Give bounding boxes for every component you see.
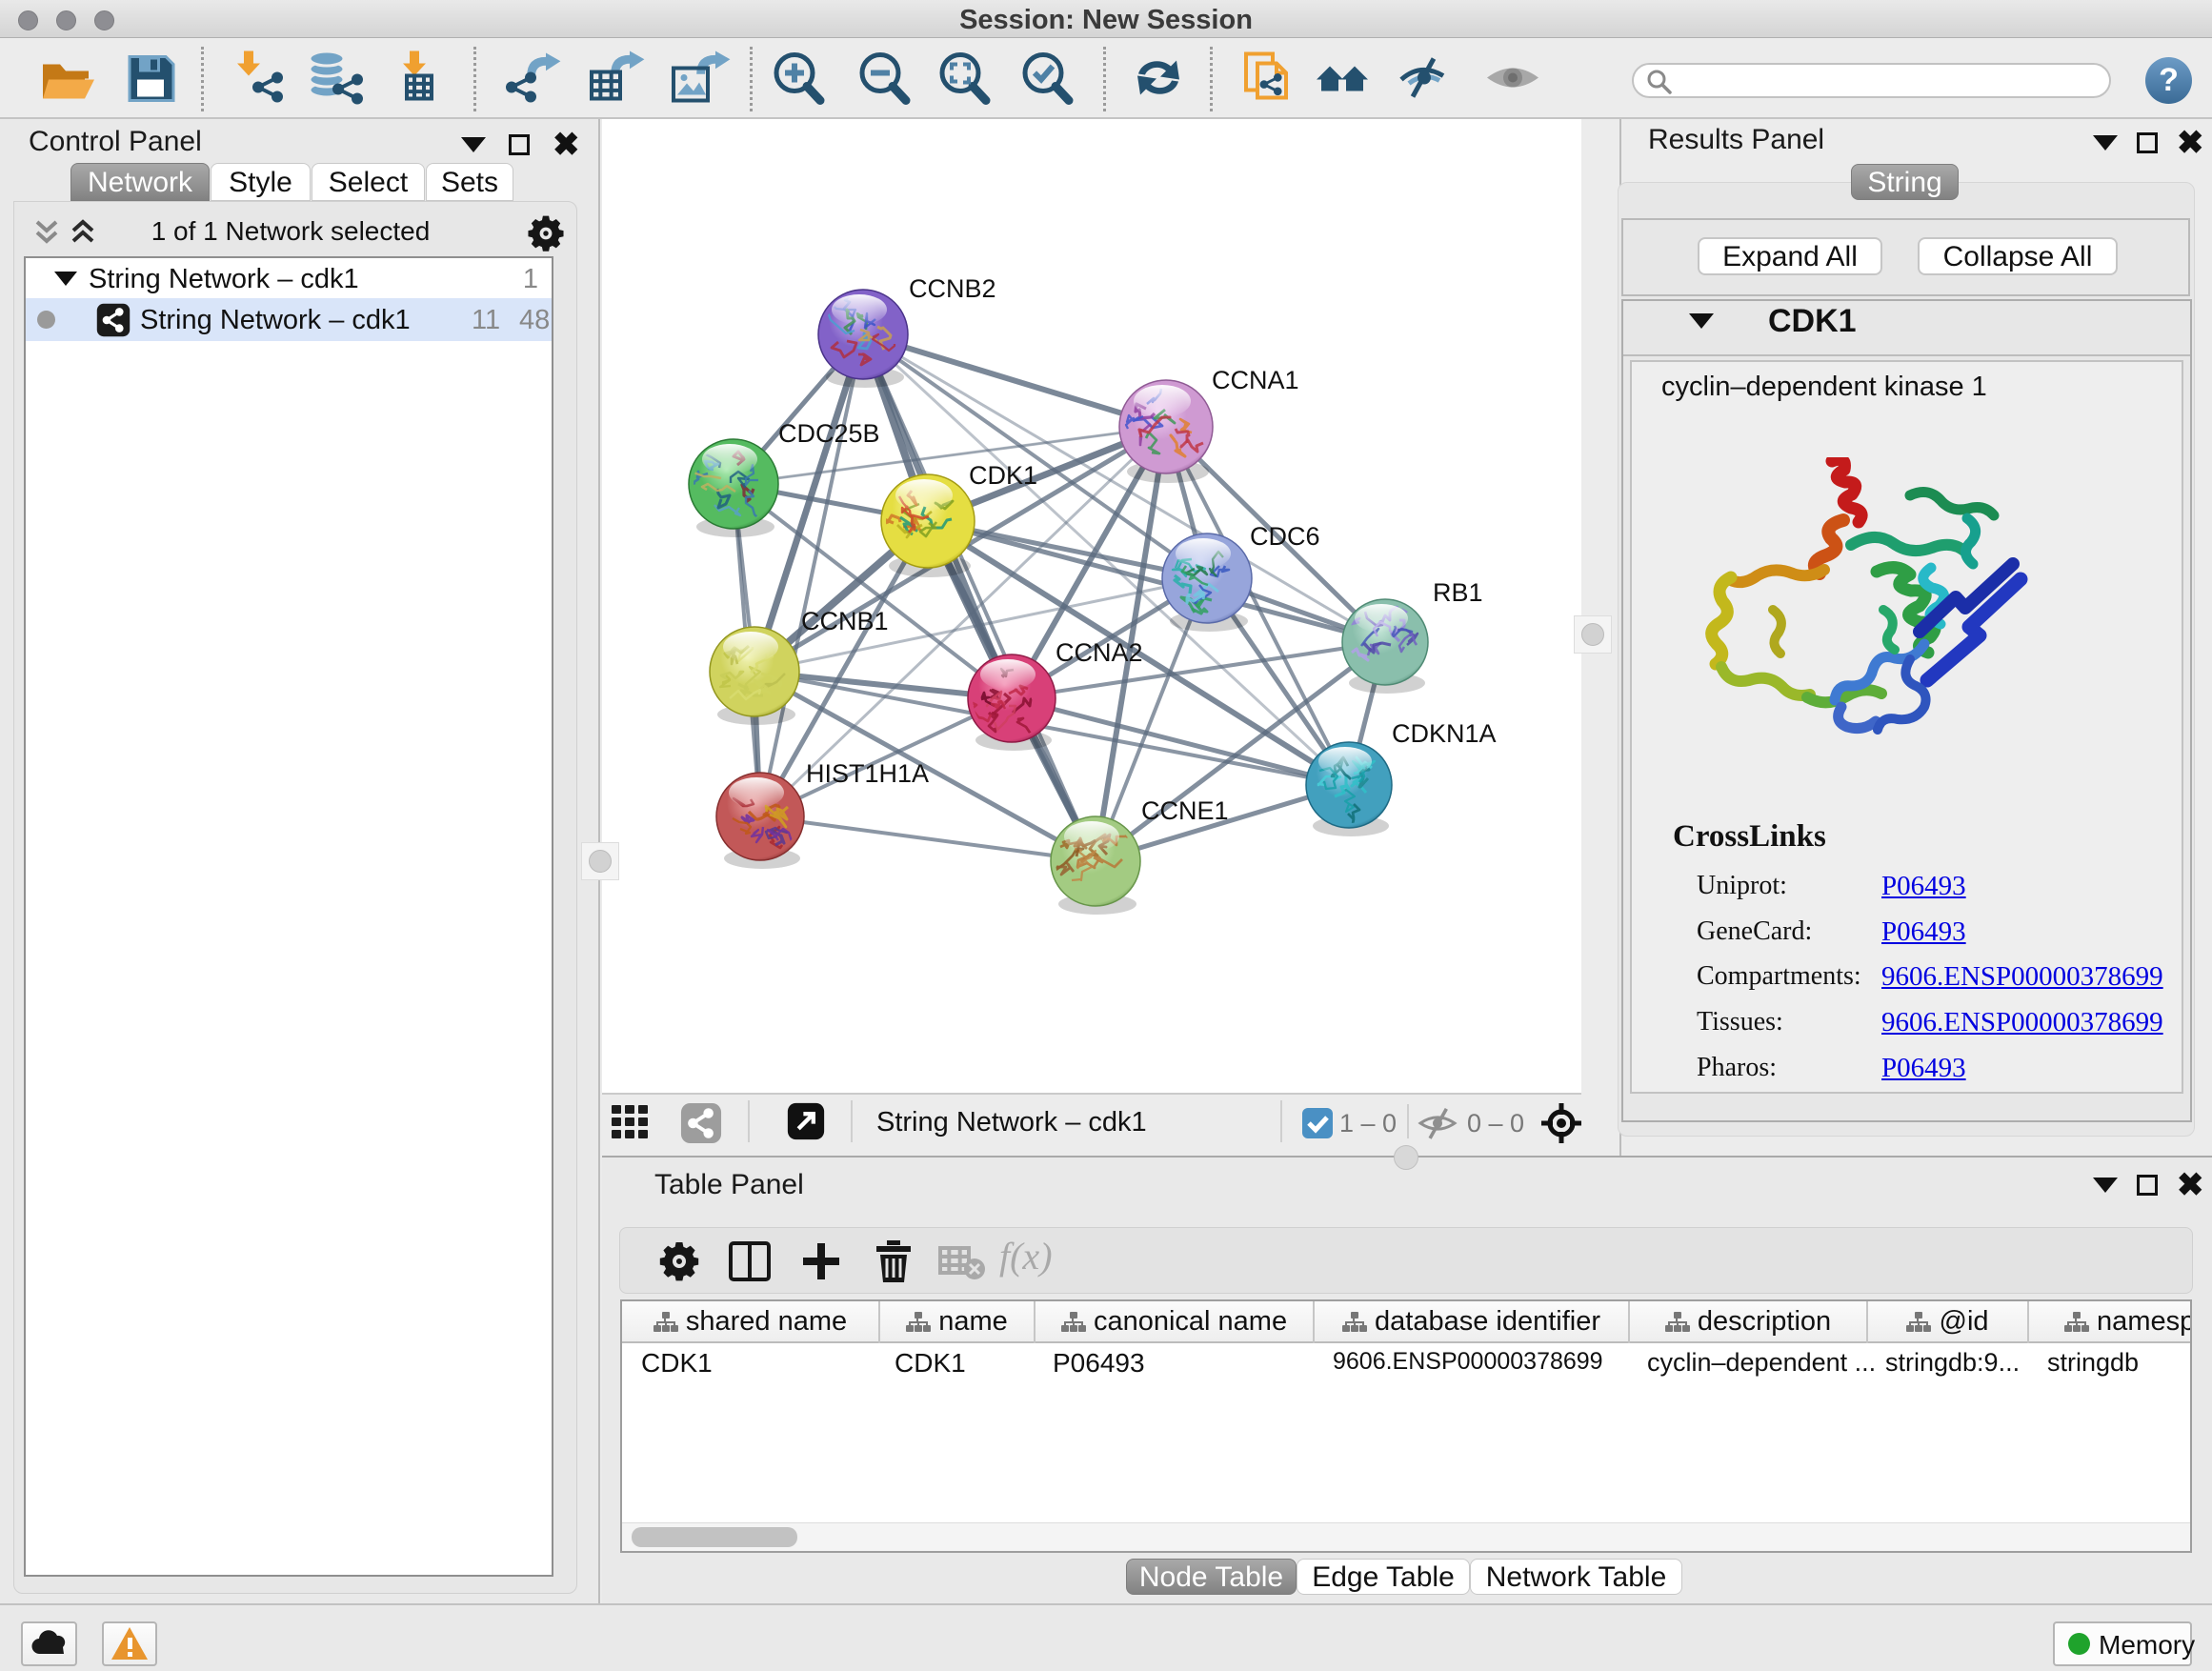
- svg-text:CDKN1A: CDKN1A: [1392, 719, 1497, 748]
- svg-text:CCNA2: CCNA2: [1056, 638, 1143, 667]
- svg-text:HIST1H1A: HIST1H1A: [806, 759, 929, 788]
- svg-text:CCNE1: CCNE1: [1141, 796, 1229, 825]
- svg-text:RB1: RB1: [1433, 578, 1483, 607]
- svg-text:CCNA1: CCNA1: [1212, 366, 1299, 394]
- svg-text:CCNB1: CCNB1: [801, 607, 889, 635]
- svg-text:CCNB2: CCNB2: [909, 274, 996, 303]
- svg-text:CDC25B: CDC25B: [778, 419, 880, 448]
- svg-text:CDC6: CDC6: [1250, 522, 1320, 551]
- svg-text:CDK1: CDK1: [969, 461, 1037, 490]
